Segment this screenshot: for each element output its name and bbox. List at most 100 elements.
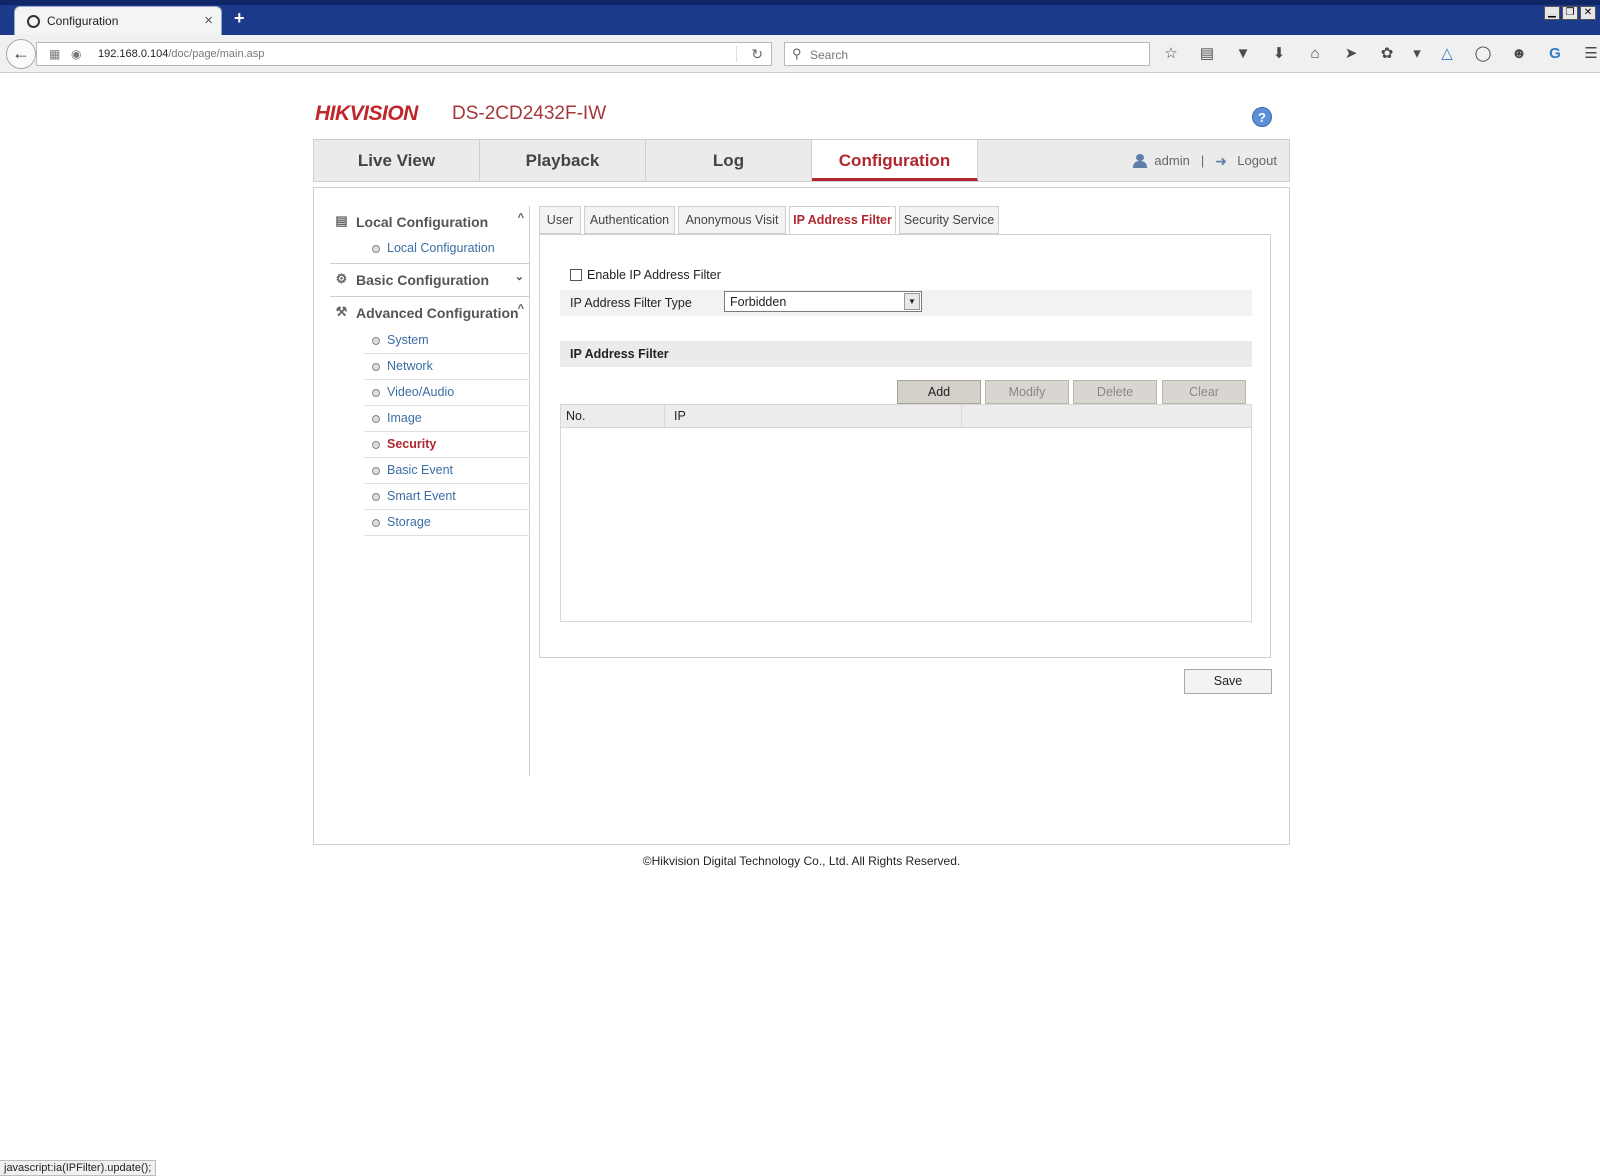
- sync-icon[interactable]: ◯: [1472, 44, 1494, 64]
- sidebar-section-label: Advanced Configuration: [356, 305, 519, 321]
- new-tab-icon[interactable]: +: [234, 8, 245, 29]
- bookmark-star-icon[interactable]: ☆: [1160, 44, 1182, 64]
- pocket-icon[interactable]: ▼: [1232, 44, 1254, 64]
- sidebar-local-configuration[interactable]: ▤ Local Configuration ^: [330, 206, 530, 236]
- modify-button[interactable]: Modify: [985, 380, 1069, 404]
- sidebar-item-label: System: [387, 333, 429, 347]
- copyright-footer: ©Hikvision Digital Technology Co., Ltd. …: [642, 854, 961, 868]
- send-icon[interactable]: ➤: [1340, 44, 1362, 64]
- enable-ip-filter-label[interactable]: Enable IP Address Filter: [587, 268, 721, 282]
- sidebar: ▤ Local Configuration ^ Local Configurat…: [330, 206, 530, 776]
- close-window-icon[interactable]: ✕: [1580, 6, 1596, 20]
- sidebar-item-label: Security: [387, 437, 437, 451]
- download-icon[interactable]: ⬇: [1268, 44, 1290, 64]
- add-button[interactable]: Add: [897, 380, 981, 404]
- collapse-arrow-icon[interactable]: ^: [518, 212, 524, 224]
- title-bar-stripe: [0, 0, 1600, 5]
- column-separator: [664, 405, 665, 428]
- google-icon[interactable]: G: [1544, 44, 1566, 64]
- sidebar-item-video-audio[interactable]: Video/Audio: [364, 380, 530, 406]
- extension-icon[interactable]: ✿: [1376, 44, 1398, 64]
- tab-anonymous-visit[interactable]: Anonymous Visit: [678, 206, 786, 234]
- sidebar-item-label: Video/Audio: [387, 385, 455, 399]
- sidebar-item-network[interactable]: Network: [364, 354, 530, 380]
- reload-icon[interactable]: ↻: [751, 46, 763, 63]
- logout-link[interactable]: Logout: [1237, 153, 1277, 168]
- dropdown-icon[interactable]: ▾: [1412, 44, 1422, 64]
- url-bar[interactable]: ▦ ◉ 192.168.0.104/doc/page/main.asp ↻: [36, 42, 772, 66]
- sidebar-item-label: Image: [387, 411, 422, 425]
- vpn-icon[interactable]: △: [1436, 44, 1458, 64]
- bullet-icon: [372, 493, 380, 501]
- bullet-icon: [372, 441, 380, 449]
- save-button[interactable]: Save: [1184, 669, 1272, 694]
- status-bar: javascript:ia(IPFilter).update();: [0, 1160, 157, 1176]
- monitor-icon: ▤: [335, 213, 348, 228]
- sidebar-item-smart-event[interactable]: Smart Event: [364, 484, 530, 510]
- reading-list-icon[interactable]: ▤: [1196, 44, 1218, 64]
- chevron-down-icon[interactable]: ▼: [904, 293, 920, 310]
- user-separator: |: [1200, 153, 1205, 168]
- tab-close-icon[interactable]: ×: [204, 12, 213, 29]
- enable-ip-filter-row: Enable IP Address Filter: [570, 268, 721, 282]
- tab-user[interactable]: User: [539, 206, 581, 234]
- nav-log[interactable]: Log: [646, 140, 812, 181]
- nav-live-view[interactable]: Live View: [314, 140, 480, 181]
- chat-icon[interactable]: ☻: [1508, 44, 1530, 64]
- restore-icon[interactable]: ❐: [1562, 6, 1578, 20]
- bullet-icon: [372, 519, 380, 527]
- search-bar[interactable]: ⚲ Search: [784, 42, 1150, 66]
- bullet-icon: [372, 467, 380, 475]
- menu-icon[interactable]: ☰: [1580, 44, 1600, 64]
- sidebar-item-security[interactable]: Security: [364, 432, 530, 458]
- sidebar-item-storage[interactable]: Storage: [364, 510, 530, 536]
- user-area: admin | ➜ Logout: [1132, 153, 1277, 168]
- column-separator: [961, 405, 962, 428]
- tab-ip-address-filter[interactable]: IP Address Filter: [789, 206, 896, 234]
- home-icon[interactable]: ⌂: [1304, 44, 1326, 64]
- enable-ip-filter-checkbox[interactable]: [570, 269, 582, 281]
- tab-security-service[interactable]: Security Service: [899, 206, 999, 234]
- sidebar-item-local-configuration[interactable]: Local Configuration: [364, 236, 530, 262]
- browser-nav-bar: ← ▦ ◉ 192.168.0.104/doc/page/main.asp ↻ …: [0, 35, 1600, 73]
- clear-button[interactable]: Clear: [1162, 380, 1246, 404]
- window-controls: ▁ ❐ ✕: [1544, 6, 1596, 20]
- sidebar-advanced-configuration[interactable]: ⚒ Advanced Configuration ^: [330, 297, 530, 327]
- identity-icon[interactable]: ▦: [49, 47, 60, 61]
- hikvision-logo: HIKVISION: [315, 102, 418, 125]
- device-model: DS-2CD2432F-IW: [452, 103, 607, 124]
- content-area: ▤ Local Configuration ^ Local Configurat…: [313, 187, 1290, 845]
- bullet-icon: [372, 415, 380, 423]
- bullet-icon: [372, 363, 380, 371]
- sidebar-item-system[interactable]: System: [364, 328, 530, 354]
- url-host: 192.168.0.104: [98, 48, 169, 60]
- sidebar-item-image[interactable]: Image: [364, 406, 530, 432]
- help-icon[interactable]: ?: [1252, 107, 1272, 127]
- url-path: /doc/page/main.asp: [168, 48, 265, 60]
- delete-button[interactable]: Delete: [1073, 380, 1157, 404]
- logout-icon[interactable]: ➜: [1215, 154, 1231, 168]
- sidebar-basic-configuration[interactable]: ⚙ Basic Configuration ⌄: [330, 264, 530, 294]
- sidebar-item-label: Local Configuration: [387, 241, 495, 255]
- nav-configuration[interactable]: Configuration: [812, 140, 978, 181]
- browser-tab[interactable]: Configuration ×: [14, 6, 222, 35]
- favicon-icon: [27, 15, 40, 28]
- ip-filter-section-header: IP Address Filter: [560, 341, 1252, 367]
- back-arrow-icon[interactable]: ←: [6, 39, 36, 69]
- column-no: No.: [566, 409, 586, 423]
- minimize-icon[interactable]: ▁: [1544, 6, 1560, 20]
- site-info-icon[interactable]: ◉: [71, 47, 81, 61]
- sidebar-item-basic-event[interactable]: Basic Event: [364, 458, 530, 484]
- search-placeholder: Search: [810, 48, 849, 62]
- table-header: No. IP: [561, 405, 1251, 428]
- tab-authentication[interactable]: Authentication: [584, 206, 675, 234]
- collapse-arrow-icon[interactable]: ^: [518, 303, 524, 315]
- browser-title-bar: Configuration × + ▁ ❐ ✕: [0, 0, 1600, 35]
- expand-arrow-icon[interactable]: ⌄: [515, 270, 524, 283]
- url-text[interactable]: 192.168.0.104/doc/page/main.asp: [98, 48, 264, 60]
- filter-type-select[interactable]: Forbidden ▼: [724, 291, 922, 312]
- nav-playback[interactable]: Playback: [480, 140, 646, 181]
- search-icon: ⚲: [792, 46, 802, 61]
- username: admin: [1154, 153, 1190, 168]
- url-separator: [736, 46, 737, 62]
